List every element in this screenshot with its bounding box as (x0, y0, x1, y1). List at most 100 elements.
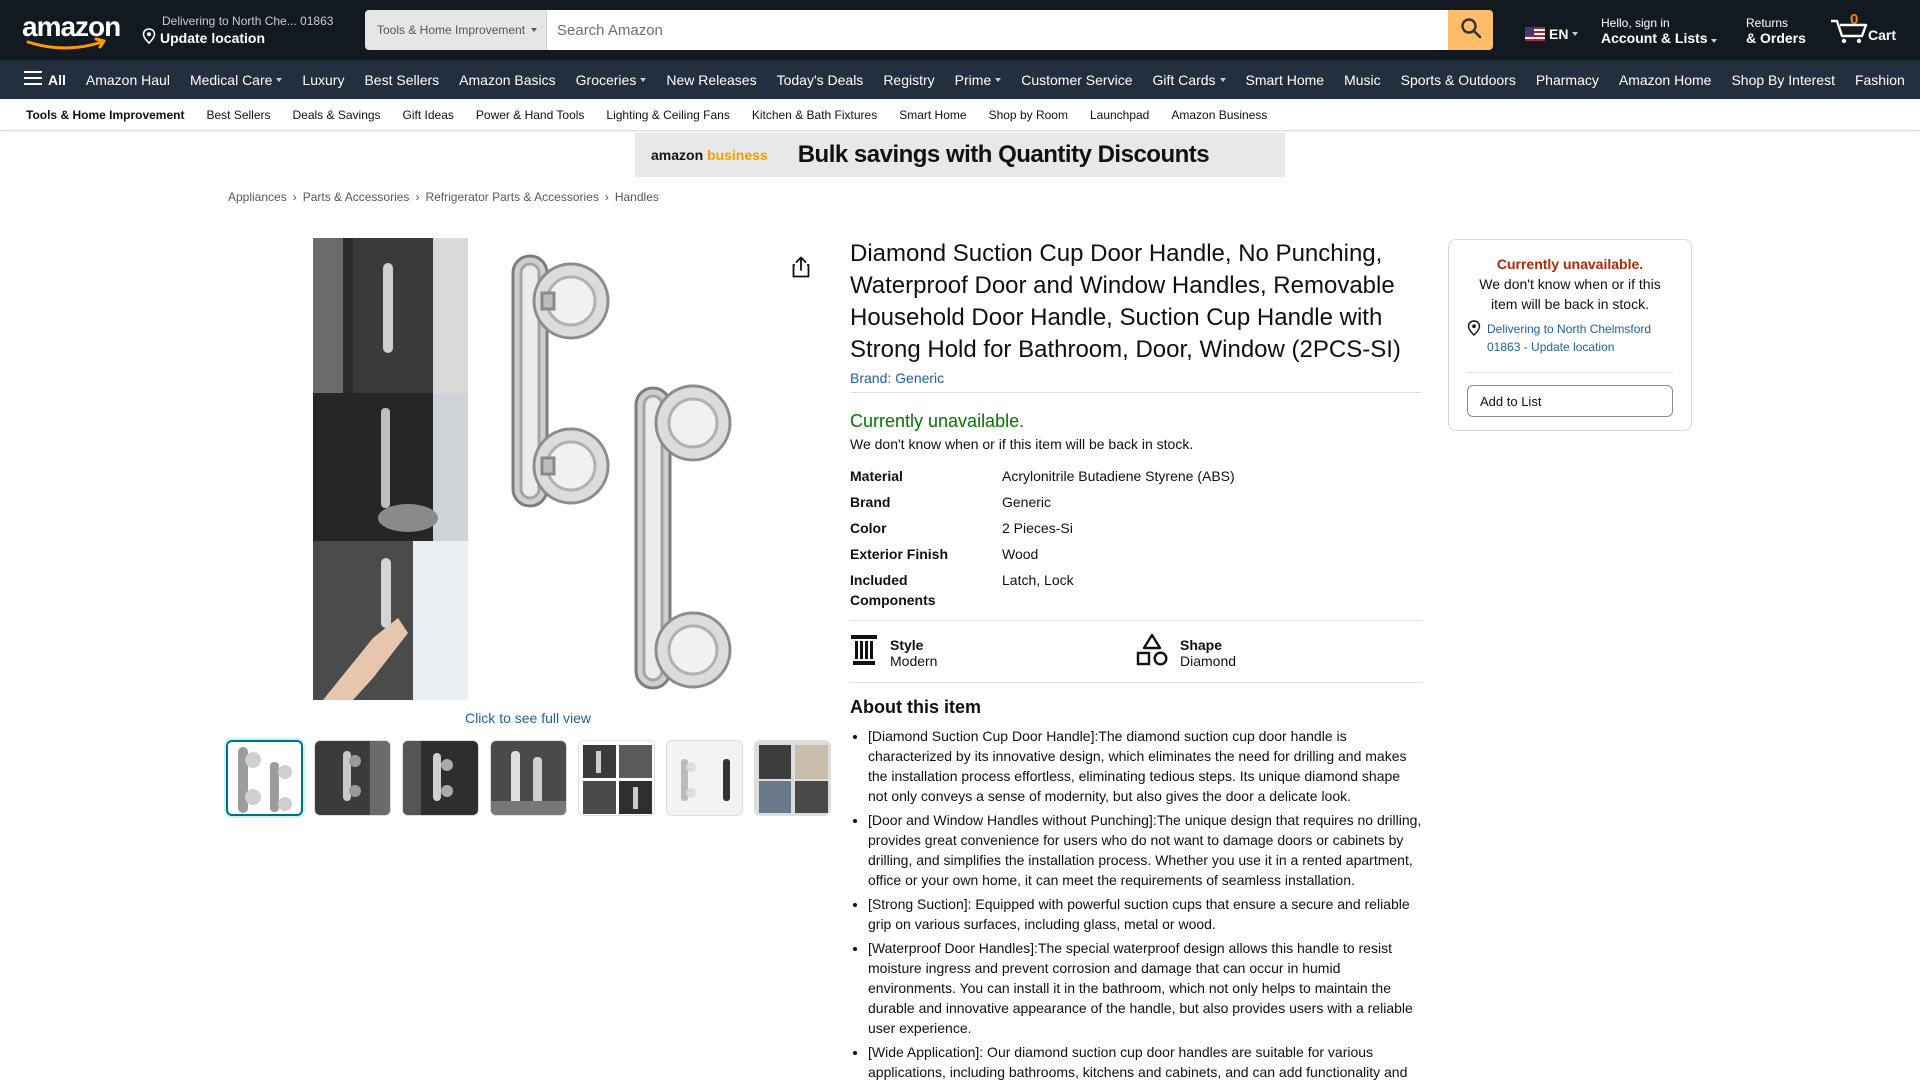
availability-status: Currently unavailable. (850, 411, 1025, 431)
breadcrumb-link[interactable]: Handles (615, 190, 659, 204)
search-category-dropdown[interactable]: Tools & Home Improvement (365, 10, 547, 50)
nav-item-amazon-basics[interactable]: Amazon Basics (449, 72, 565, 88)
nav-item-luxury[interactable]: Luxury (292, 72, 354, 88)
cart-button[interactable]: 0 Cart (1828, 11, 1908, 49)
breadcrumb-link[interactable]: Parts & Accessories (303, 190, 410, 204)
product-details: Diamond Suction Cup Door Handle, No Punc… (850, 238, 1422, 1086)
language-label: EN (1549, 26, 1569, 42)
search-input[interactable] (547, 10, 1448, 50)
nav-item-gift-cards[interactable]: Gift Cards (1143, 72, 1236, 88)
subnav-item-kitchen-bath[interactable]: Kitchen & Bath Fixtures (752, 108, 877, 122)
subnav-item-tools-home[interactable]: Tools & Home Improvement (26, 108, 184, 122)
buybox-location-text: Delivering to North Chelmsford 01863 - U… (1487, 322, 1652, 354)
language-selector[interactable]: EN (1525, 26, 1579, 42)
chevron-down-icon (1219, 77, 1226, 82)
feature-style: Style Modern (850, 633, 1136, 672)
nav-item-registry[interactable]: Registry (873, 72, 944, 88)
nav-item-amazon-home[interactable]: Amazon Home (1609, 72, 1722, 88)
nav-item-best-sellers[interactable]: Best Sellers (354, 72, 449, 88)
nav-all-menu[interactable]: All (24, 71, 76, 88)
top-nav-bar: amazon Delivering to North Che... 01863 … (0, 0, 1920, 60)
list-item: [Waterproof Door Handles]:The special wa… (868, 938, 1422, 1038)
thumbnail-5[interactable] (578, 740, 655, 816)
nav-item-label: Prime (954, 71, 992, 88)
deliver-big-text: Update location (160, 29, 266, 46)
deliver-to-location[interactable]: Delivering to North Che... 01863 Update … (142, 14, 333, 47)
breadcrumb: Appliances › Parts & Accessories › Refrige… (228, 190, 659, 204)
thumbnail-7[interactable] (754, 740, 831, 816)
nav-item-label: Groceries (575, 71, 637, 88)
nav-item-todays-deals[interactable]: Today's Deals (767, 72, 874, 88)
amazon-logo[interactable]: amazon (20, 11, 122, 52)
nav-item-sports-outdoors[interactable]: Sports & Outdoors (1391, 72, 1526, 88)
subnav-item-amazon-business[interactable]: Amazon Business (1171, 108, 1267, 122)
subnav-item-smart-home[interactable]: Smart Home (899, 108, 966, 122)
returns-label: Returns (1746, 16, 1789, 30)
nav-item-smart-home[interactable]: Smart Home (1236, 72, 1335, 88)
list-item: [Door and Window Handles without Punchin… (868, 810, 1422, 890)
location-pin-icon (142, 28, 156, 47)
divider (1467, 372, 1673, 373)
about-bullets: [Diamond Suction Cup Door Handle]:The di… (850, 726, 1422, 1082)
thumbnail-2[interactable] (314, 740, 391, 816)
spec-value: Acrylonitrile Butadiene Styrene (ABS) (1002, 468, 1235, 484)
subnav-item-power-tools[interactable]: Power & Hand Tools (476, 108, 585, 122)
list-item: [Wide Application]: Our diamond suction … (868, 1042, 1422, 1082)
spec-key: Included Components (850, 572, 936, 608)
nav-item-groceries[interactable]: Groceries (566, 72, 657, 88)
thumbnail-3[interactable] (402, 740, 479, 816)
subnav-item-lighting[interactable]: Lighting & Ceiling Fans (606, 108, 729, 122)
chevron-right-icon: › (292, 190, 297, 204)
nav-item-pharmacy[interactable]: Pharmacy (1526, 72, 1609, 88)
share-icon[interactable] (792, 256, 810, 278)
chevron-down-icon (1572, 32, 1579, 36)
nav-item-new-releases[interactable]: New Releases (656, 72, 766, 88)
thumbnail-1[interactable] (226, 740, 303, 816)
list-item: [Strong Suction]: Equipped with powerful… (868, 894, 1422, 934)
nav-item-medical-care[interactable]: Medical Care (180, 72, 292, 88)
product-main-image[interactable] (313, 238, 763, 700)
promo-banner[interactable]: amazon business Bulk savings with Quanti… (635, 133, 1285, 177)
thumbnail-6[interactable] (666, 740, 743, 816)
nav-item-amazon-haul[interactable]: Amazon Haul (76, 72, 180, 88)
account-label: Account & Lists (1601, 30, 1708, 46)
availability-note: We don't know when or if this item will … (850, 436, 1194, 452)
subnav-item-gift-ideas[interactable]: Gift Ideas (403, 108, 454, 122)
breadcrumb-link[interactable]: Appliances (228, 190, 287, 204)
subnav-item-deals[interactable]: Deals & Savings (293, 108, 381, 122)
returns-orders-link[interactable]: Returns & Orders (1746, 16, 1806, 46)
nav-item-shop-by-interest[interactable]: Shop By Interest (1721, 72, 1845, 88)
brand-link-text[interactable]: Brand: Generic (850, 370, 944, 386)
deliver-small-text: Delivering to North Che... 01863 (162, 14, 334, 28)
spec-value: Latch, Lock (1002, 572, 1074, 588)
chevron-down-icon (995, 77, 1002, 82)
nav-item-customer-service[interactable]: Customer Service (1011, 72, 1142, 88)
spec-key: Color (850, 520, 887, 536)
full-view-link[interactable]: Click to see full view (313, 710, 743, 726)
product-title: Diamond Suction Cup Door Handle, No Punc… (850, 240, 1401, 363)
spec-key: Exterior Finish (850, 546, 949, 562)
add-to-list-button[interactable]: Add to List (1467, 385, 1673, 417)
breadcrumb-link[interactable]: Refrigerator Parts & Accessories (425, 190, 598, 204)
subnav-item-shop-by-room[interactable]: Shop by Room (989, 108, 1068, 122)
nav-item-prime[interactable]: Prime (945, 72, 1012, 88)
search-button[interactable] (1448, 10, 1493, 50)
subnav-item-best-sellers[interactable]: Best Sellers (206, 108, 270, 122)
nav-item-music[interactable]: Music (1334, 72, 1391, 88)
banner-brand-a: amazon (651, 147, 704, 163)
account-lists-menu[interactable]: Hello, sign in Account & Lists (1601, 16, 1718, 46)
subnav-item-launchpad[interactable]: Launchpad (1090, 108, 1149, 122)
spec-row: Included Components Latch, Lock (850, 570, 1422, 610)
spec-row: Material Acrylonitrile Butadiene Styrene … (850, 466, 1422, 486)
search-icon (1460, 17, 1482, 44)
shapes-icon (1136, 633, 1168, 672)
buybox-location[interactable]: Delivering to North Chelmsford 01863 - U… (1467, 320, 1673, 356)
thumbnail-4[interactable] (490, 740, 567, 816)
spec-row: Exterior Finish Wood (850, 544, 1422, 564)
feature-value: Diamond (1180, 652, 1237, 669)
feature-value: Modern (890, 652, 938, 669)
cart-icon (1830, 18, 1868, 49)
nav-item-fashion[interactable]: Fashion (1845, 72, 1915, 88)
spec-key: Brand (850, 494, 891, 510)
chevron-right-icon: › (604, 190, 609, 204)
